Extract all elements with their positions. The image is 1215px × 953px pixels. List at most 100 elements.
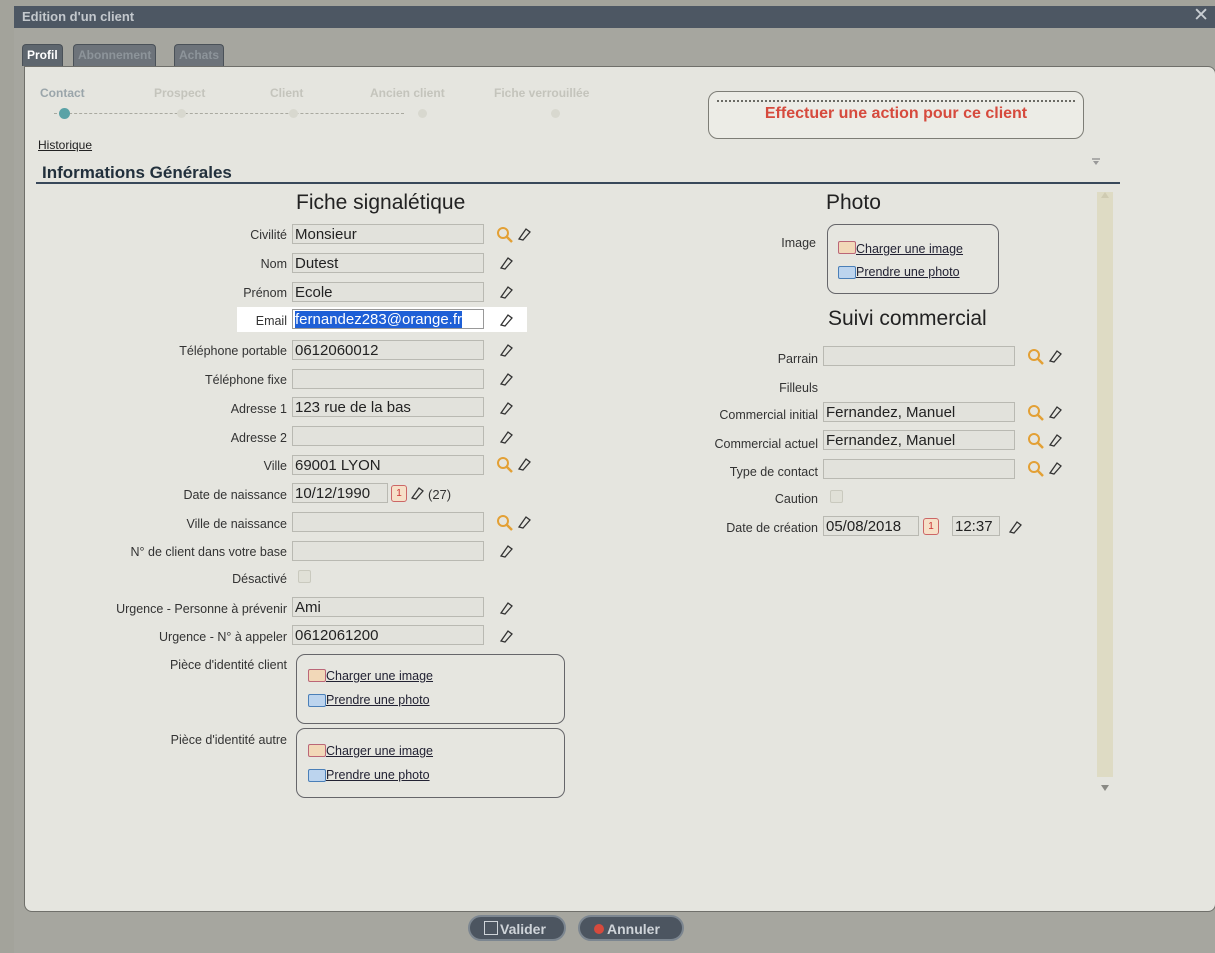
collapse-icon[interactable] xyxy=(1091,158,1101,166)
scroll-down-icon[interactable] xyxy=(1101,785,1109,791)
eraser-icon[interactable] xyxy=(409,485,425,501)
ville-label: Ville xyxy=(263,459,287,473)
eraser-icon[interactable] xyxy=(498,429,514,445)
date-naissance-field[interactable]: 10/12/1990 xyxy=(292,483,388,503)
step-dot xyxy=(418,109,427,118)
tel-fixe-label: Téléphone fixe xyxy=(204,373,287,387)
step-contact: Contact xyxy=(40,86,85,100)
urgence-numero-field[interactable]: 0612061200 xyxy=(292,625,484,645)
search-icon[interactable] xyxy=(496,226,514,244)
eraser-icon[interactable] xyxy=(498,543,514,559)
upload-icon xyxy=(308,669,326,682)
photo-photo-link[interactable]: Prendre une photo xyxy=(856,265,960,279)
valider-button[interactable]: Valider xyxy=(468,915,566,941)
urgence-personne-field[interactable]: Ami xyxy=(292,597,484,617)
eraser-icon[interactable] xyxy=(516,226,532,242)
piece-autre-photo-link[interactable]: Prendre une photo xyxy=(326,768,430,782)
piece-client-upload-box xyxy=(296,654,565,724)
search-icon[interactable] xyxy=(1027,460,1045,478)
tel-portable-field[interactable]: 0612060012 xyxy=(292,340,484,360)
eraser-icon[interactable] xyxy=(498,312,514,328)
section-title: Informations Générales xyxy=(42,163,232,182)
calendar-icon[interactable]: 1 xyxy=(391,485,407,502)
type-contact-field[interactable] xyxy=(823,459,1015,479)
eraser-icon[interactable] xyxy=(516,514,532,530)
eraser-icon[interactable] xyxy=(1047,432,1063,448)
save-icon xyxy=(484,921,498,935)
close-icon[interactable]: ✕ xyxy=(1193,6,1209,26)
annuler-label: Annuler xyxy=(607,921,660,937)
age-label: (27) xyxy=(428,487,452,502)
commercial-initial-field[interactable]: Fernandez, Manuel xyxy=(823,402,1015,422)
search-icon[interactable] xyxy=(496,456,514,474)
piece-autre-charger-link[interactable]: Charger une image xyxy=(326,744,433,758)
civilite-field[interactable]: Monsieur xyxy=(292,224,484,244)
scroll-up-icon[interactable] xyxy=(1101,192,1109,198)
tab-abonnement[interactable]: Abonnement xyxy=(73,44,157,66)
camera-icon xyxy=(308,769,326,782)
eraser-icon[interactable] xyxy=(1047,348,1063,364)
search-icon[interactable] xyxy=(1027,348,1045,366)
adresse2-label: Adresse 2 xyxy=(230,431,287,445)
annuler-button[interactable]: Annuler xyxy=(578,915,684,941)
search-icon[interactable] xyxy=(1027,404,1045,422)
eraser-icon[interactable] xyxy=(498,600,514,616)
cancel-icon xyxy=(594,924,604,934)
window-title: Edition d'un client xyxy=(22,9,135,24)
ville-naissance-field[interactable] xyxy=(292,512,484,532)
desactive-checkbox[interactable] xyxy=(298,570,311,583)
commercial-actuel-field[interactable]: Fernandez, Manuel xyxy=(823,430,1015,450)
adresse1-label: Adresse 1 xyxy=(230,402,287,416)
photo-charger-link[interactable]: Charger une image xyxy=(856,242,963,256)
adresse2-field[interactable] xyxy=(292,426,484,446)
nom-label: Nom xyxy=(260,257,287,271)
date-creation-label: Date de création xyxy=(726,521,818,535)
prenom-field[interactable]: Ecole xyxy=(292,282,484,302)
eraser-icon[interactable] xyxy=(498,628,514,644)
eraser-icon[interactable] xyxy=(1047,460,1063,476)
action-button-label: Effectuer une action pour ce client xyxy=(764,105,1028,122)
urgence-numero-label: Urgence - N° à appeler xyxy=(159,630,287,644)
eraser-icon[interactable] xyxy=(498,342,514,358)
piece-client-label: Pièce d'identité client xyxy=(169,658,287,672)
search-icon[interactable] xyxy=(496,514,514,532)
date-naissance-label: Date de naissance xyxy=(183,488,287,502)
search-icon[interactable] xyxy=(1027,432,1045,450)
tab-achats[interactable]: Achats xyxy=(174,44,225,66)
eraser-icon[interactable] xyxy=(498,284,514,300)
date-creation-field[interactable]: 05/08/2018 xyxy=(823,516,919,536)
caution-checkbox[interactable] xyxy=(830,490,843,503)
valider-label: Valider xyxy=(500,921,546,937)
eraser-icon[interactable] xyxy=(516,456,532,472)
piece-client-charger-link[interactable]: Charger une image xyxy=(326,669,433,683)
ville-field[interactable]: 69001 LYON xyxy=(292,455,484,475)
piece-client-photo-link[interactable]: Prendre une photo xyxy=(326,693,430,707)
commercial-actuel-label: Commercial actuel xyxy=(714,437,818,451)
parrain-field[interactable] xyxy=(823,346,1015,366)
adresse1-field[interactable]: 123 rue de la bas xyxy=(292,397,484,417)
email-field[interactable]: fernandez283@orange.fr xyxy=(292,309,484,329)
desactive-label: Désactivé xyxy=(232,572,287,586)
fiche-heading: Fiche signalétique xyxy=(296,191,466,214)
ville-naissance-label: Ville de naissance xyxy=(186,517,287,531)
email-label: Email xyxy=(255,314,287,328)
camera-icon xyxy=(838,266,856,279)
eraser-icon[interactable] xyxy=(1007,519,1023,535)
tab-profil[interactable]: Profil xyxy=(22,44,63,66)
nom-field[interactable]: Dutest xyxy=(292,253,484,273)
type-contact-label: Type de contact xyxy=(729,465,818,479)
historique-link[interactable]: Historique xyxy=(38,138,92,152)
heure-creation-field[interactable]: 12:37 xyxy=(952,516,1000,536)
num-client-field[interactable] xyxy=(292,541,484,561)
eraser-icon[interactable] xyxy=(498,255,514,271)
step-prospect: Prospect xyxy=(154,86,206,100)
eraser-icon[interactable] xyxy=(1047,404,1063,420)
scrollbar[interactable] xyxy=(1097,192,1113,777)
calendar-icon[interactable]: 1 xyxy=(923,518,939,535)
action-button[interactable]: Effectuer une action pour ce client xyxy=(708,91,1084,139)
step-dot xyxy=(289,109,298,118)
tel-fixe-field[interactable] xyxy=(292,369,484,389)
eraser-icon[interactable] xyxy=(498,371,514,387)
eraser-icon[interactable] xyxy=(498,400,514,416)
email-selected-text: fernandez283@orange.fr xyxy=(295,311,463,328)
